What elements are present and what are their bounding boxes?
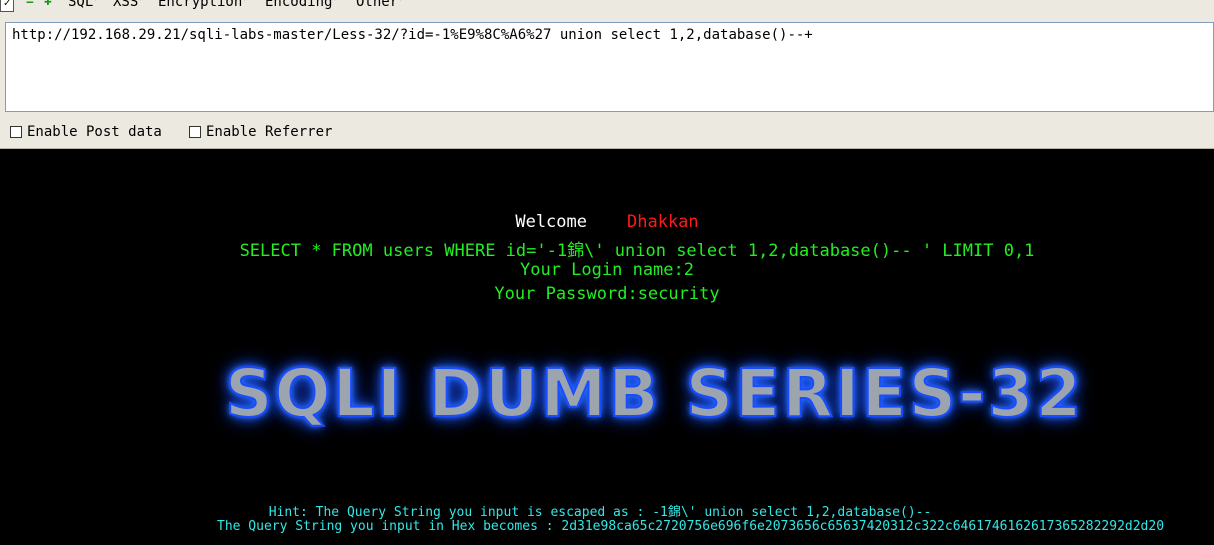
sql-query-text: SELECT * FROM users WHERE id='-1錦\' unio… <box>239 241 1035 261</box>
menu-other[interactable]: Other▾ <box>356 0 403 10</box>
menu-sql-label: SQL <box>68 0 94 10</box>
menu-xss-label: XSS <box>113 0 139 10</box>
page-content: Welcome Dhakkan SELECT * FROM users WHERE… <box>0 149 1214 545</box>
menu-encryption[interactable]: Encryption▾ <box>158 0 247 10</box>
menu-xss[interactable]: XSS▾ <box>113 0 143 10</box>
hackbar-toolbar: ✓ = ✚ SQL▾ XSS▾ Encryption▾ Encoding▾ Ot… <box>0 0 1214 19</box>
menu-encryption-label: Encryption <box>158 0 243 10</box>
caret-icon: ▾ <box>93 0 98 3</box>
menu-encoding-label: Encoding <box>265 0 333 10</box>
caret-icon: ▾ <box>242 0 247 3</box>
series-banner-logo: SQLI DUMB SERIES-32 <box>224 354 1084 433</box>
enable-post-data-option[interactable]: Enable Post data <box>10 124 162 140</box>
options-bar: Enable Post data Enable Referrer <box>0 118 1214 149</box>
hint-hex-text: The Query String you input in Hex become… <box>217 519 1165 534</box>
password-text: Your Password:security <box>494 284 720 304</box>
enable-post-data-checkbox[interactable] <box>10 126 22 138</box>
caret-icon: ▾ <box>138 0 143 3</box>
welcome-text: Welcome <box>515 212 587 232</box>
caret-icon: ▾ <box>332 0 337 3</box>
welcome-line: Welcome Dhakkan <box>0 212 1214 232</box>
plus-icon[interactable]: ✚ <box>44 0 52 9</box>
minus-icon[interactable]: = <box>26 0 34 9</box>
welcome-name: Dhakkan <box>627 212 699 232</box>
menu-other-label: Other <box>356 0 399 10</box>
enable-referrer-option[interactable]: Enable Referrer <box>189 124 332 140</box>
login-name-text: Your Login name:2 <box>520 260 694 280</box>
caret-icon: ▾ <box>398 0 403 3</box>
url-panel: http://192.168.29.21/sqli-labs-master/Le… <box>0 18 1214 118</box>
enable-post-data-label: Enable Post data <box>27 124 162 140</box>
hint-escaped-text: Hint: The Query String you input is esca… <box>268 505 932 520</box>
enable-referrer-checkbox[interactable] <box>189 126 201 138</box>
url-input[interactable]: http://192.168.29.21/sqli-labs-master/Le… <box>5 22 1214 112</box>
enable-referrer-label: Enable Referrer <box>206 124 333 140</box>
menu-encoding[interactable]: Encoding▾ <box>265 0 337 10</box>
toolbar-checkbox[interactable]: ✓ <box>0 0 14 12</box>
menu-sql[interactable]: SQL▾ <box>68 0 98 10</box>
